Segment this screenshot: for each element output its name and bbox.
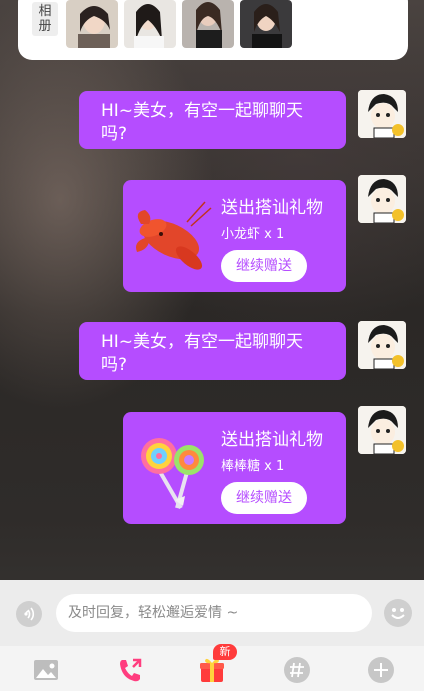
gift-card-1: 送出搭讪礼物 小龙虾 x 1 继续赠送	[123, 180, 346, 292]
message-text-line2: 吗?	[101, 124, 128, 144]
message-input[interactable]	[56, 594, 372, 632]
album-photo-4[interactable]	[240, 0, 292, 48]
message-text-line2: 吗?	[101, 355, 128, 375]
hashtag-icon[interactable]	[283, 656, 311, 684]
album-label[interactable]: 相 册	[32, 2, 58, 36]
crayfish-icon	[136, 201, 212, 270]
album-photo-1[interactable]	[66, 0, 118, 48]
album-label-line2: 册	[38, 19, 52, 34]
lollipop-icon	[141, 438, 204, 510]
new-badge: 新	[213, 644, 237, 660]
input-bar	[0, 580, 424, 646]
call-icon[interactable]	[116, 656, 144, 684]
image-icon[interactable]	[32, 656, 60, 684]
album-photo-2[interactable]	[124, 0, 176, 48]
gift-name: 小龙虾 x 1	[221, 227, 285, 242]
gift-card-2: 送出搭讪礼物 棒棒糖 x 1 继续赠送	[123, 412, 346, 524]
avatar[interactable]	[358, 321, 406, 369]
bottom-toolbar: 新	[0, 644, 424, 691]
gift-title: 送出搭讪礼物	[221, 198, 323, 218]
message-bubble-2[interactable]: HI~美女，有空一起聊聊天 吗?	[79, 322, 346, 380]
message-bubble-1[interactable]: HI~美女，有空一起聊聊天 吗?	[79, 91, 346, 149]
voice-icon[interactable]	[16, 601, 42, 627]
continue-gift-button[interactable]: 继续赠送	[221, 250, 307, 282]
gift-name: 棒棒糖 x 1	[221, 459, 285, 474]
plus-icon[interactable]	[367, 656, 395, 684]
continue-gift-button[interactable]: 继续赠送	[221, 482, 307, 514]
message-text-line1: HI~美女，有空一起聊聊天	[101, 332, 304, 352]
album-label-line1: 相	[38, 4, 52, 19]
avatar[interactable]	[358, 406, 406, 454]
emoji-icon[interactable]	[384, 599, 412, 627]
gift-title: 送出搭讪礼物	[221, 430, 323, 450]
message-text-line1: HI~美女，有空一起聊聊天	[101, 101, 304, 121]
gift-icon[interactable]	[198, 656, 226, 684]
avatar[interactable]	[358, 90, 406, 138]
album-photo-3[interactable]	[182, 0, 234, 48]
album-card: 相 册	[18, 0, 408, 60]
avatar[interactable]	[358, 175, 406, 223]
